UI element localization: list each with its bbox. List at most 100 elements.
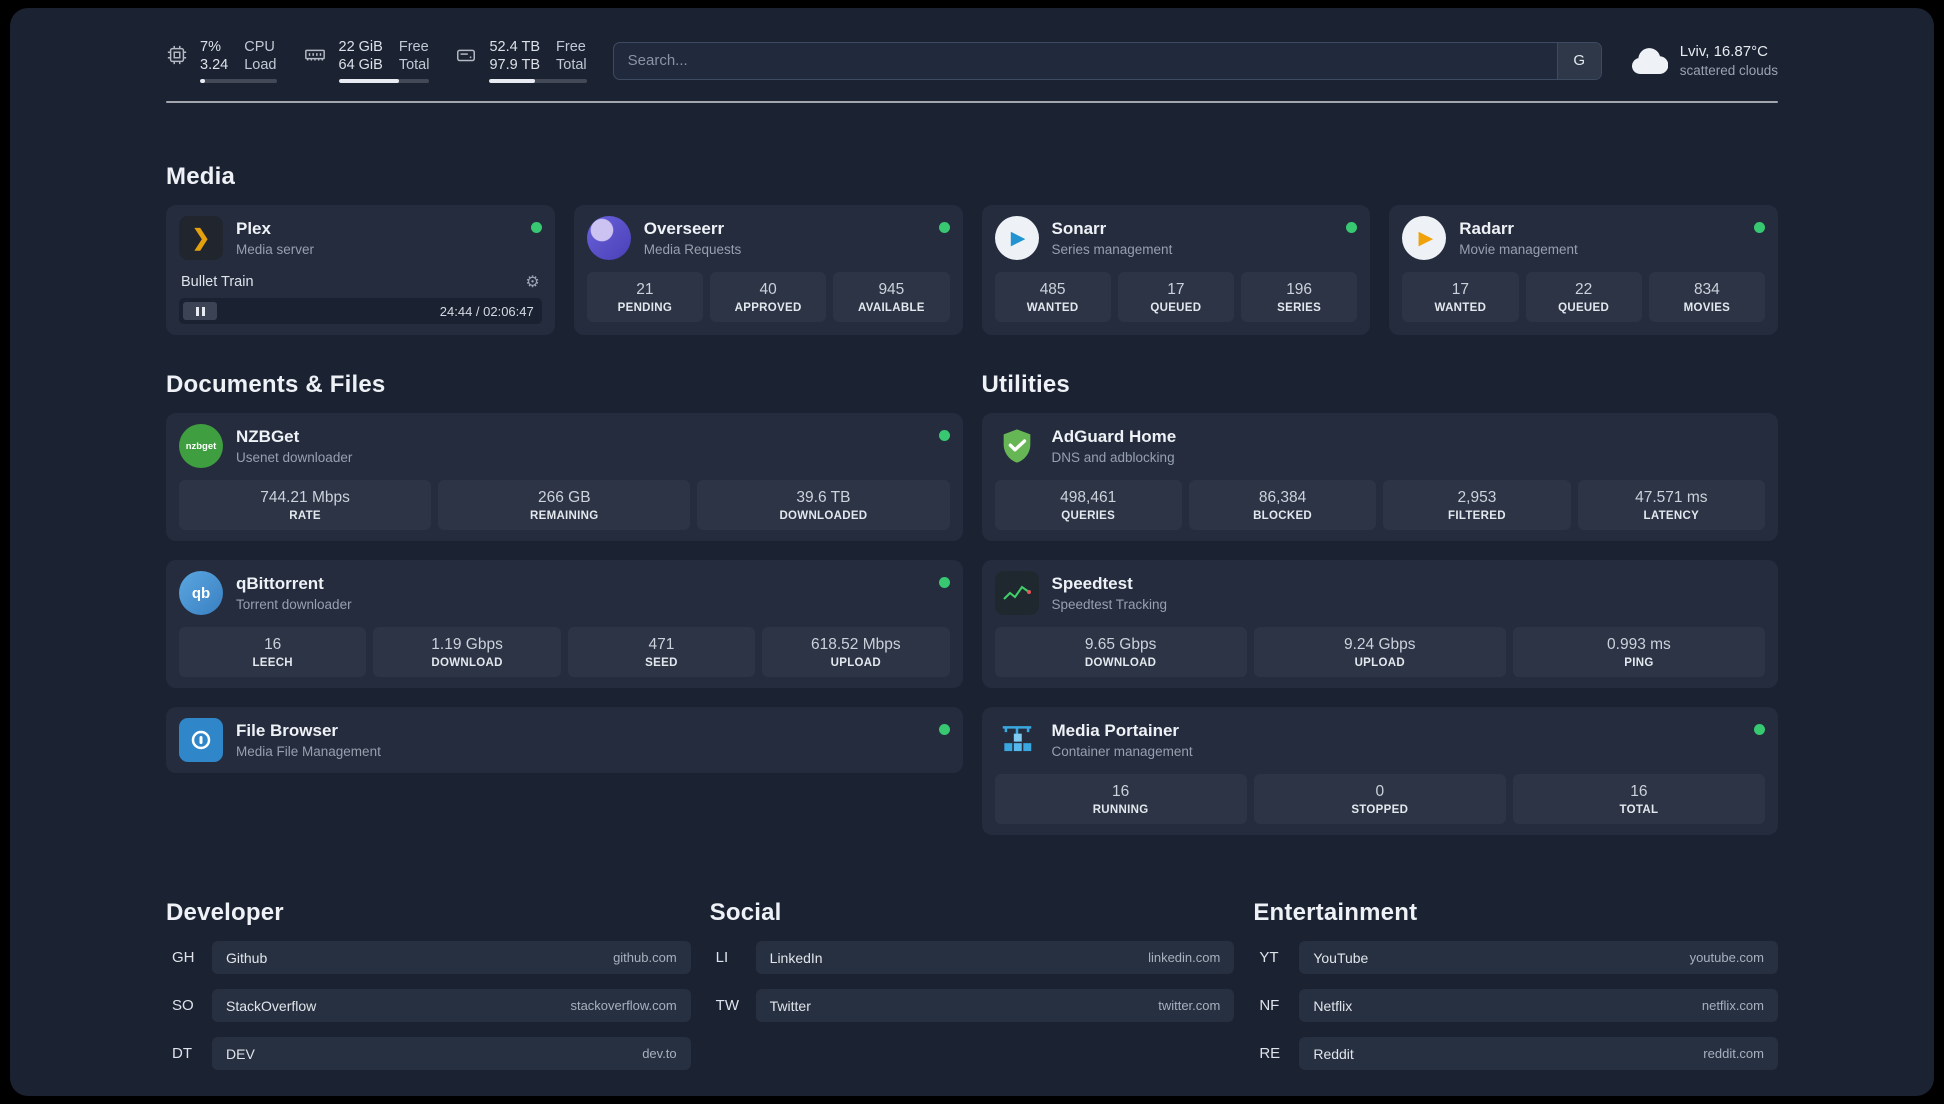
ram-total-value: 64 GiB [338,57,383,74]
developer-section-title: Developer [166,899,284,927]
disk-free-label: Free [556,39,586,55]
bookmark-abbr: YT [1259,949,1279,967]
weather-location: Lviv, 16.87°C [1679,43,1768,61]
bookmark-twitter[interactable]: TW Twitter twitter.com [710,989,1235,1023]
dashboard-panel: 7% 3.24 CPU Load 22 GiB 64 GiB Free Tota… [10,8,1934,1096]
stat-tile: 86,384 BLOCKED [1188,480,1377,531]
portainer-card[interactable]: Media Portainer Container management 16 … [981,707,1778,836]
overseerr-card[interactable]: Overseerr Media Requests 21 PENDING 40 A… [573,205,963,336]
portainer-name: Media Portainer [1051,721,1180,741]
adguard-desc: DNS and adblocking [1051,449,1175,465]
bookmark-abbr: DT [172,1045,192,1063]
social-section-title: Social [709,899,782,927]
entertainment-section-title: Entertainment [1253,899,1418,927]
speedtest-card[interactable]: Speedtest Speedtest Tracking 9.65 Gbps D… [981,560,1778,689]
qbittorrent-icon: qb [179,571,223,616]
disk-total-label: Total [556,57,587,74]
filebrowser-status-dot [938,724,950,736]
stat-tile: 1.19 Gbps DOWNLOAD [373,627,561,678]
portainer-status-dot [1754,724,1765,736]
stat-tile: 39.6 TB DOWNLOADED [697,480,950,531]
ram-icon [304,49,325,61]
qbittorrent-desc: Torrent downloader [236,596,352,612]
cpu-icon [167,45,187,65]
search-engine-button[interactable]: G [1556,42,1601,79]
section-social: Social LI LinkedIn linkedin.com TW Twitt… [710,899,1235,1070]
qbittorrent-status-dot [938,577,950,589]
stat-tile: 16 RUNNING [994,774,1247,825]
filebrowser-desc: Media File Management [236,743,381,759]
overseerr-icon [586,216,631,261]
speedtest-name: Speedtest [1051,574,1133,594]
bookmark-youtube[interactable]: YT YouTube youtube.com [1253,941,1778,975]
bookmark-dev[interactable]: DT DEV dev.to [166,1037,691,1071]
nzbget-status-dot [938,430,950,442]
bookmark-abbr: LI [715,949,729,967]
sonarr-name: Sonarr [1051,219,1107,239]
nzbget-desc: Usenet downloader [236,449,353,465]
search-bar: G [612,41,1602,80]
cloud-icon [1631,47,1668,74]
bookmark-stackoverflow[interactable]: SO StackOverflow stackoverflow.com [166,989,691,1023]
stat-tile: 21 PENDING [586,272,703,323]
bookmark-abbr: GH [172,949,195,967]
sonarr-card[interactable]: ▶ Sonarr Series management 485 WANTED 17… [981,205,1371,336]
overseerr-name: Overseerr [643,219,725,239]
now-playing-title: Bullet Train [181,274,254,291]
stat-tile: 9.24 Gbps UPLOAD [1253,627,1506,678]
player-settings-icon[interactable]: ⚙ [525,272,539,292]
radarr-icon: ▶ [1402,216,1447,261]
search-input[interactable] [613,42,1557,79]
overseerr-status-dot [938,222,950,234]
bookmark-reddit[interactable]: RE Reddit reddit.com [1253,1037,1778,1071]
section-entertainment: Entertainment YT YouTube youtube.com NF … [1253,899,1778,1071]
bookmark-github[interactable]: GH Github github.com [166,941,691,975]
nzbget-icon: nzbget [179,424,223,469]
stat-tile: 471 SEED [567,627,756,678]
topbar: 7% 3.24 CPU Load 22 GiB 64 GiB Free Tota… [166,8,1778,84]
stat-tile: 22 QUEUED [1525,272,1642,323]
ram-free-label: Free [398,39,429,55]
stat-tile: 16 LEECH [179,627,367,678]
media-section-title: Media [166,163,236,191]
filebrowser-icon [179,718,223,763]
ram-free-value: 22 GiB [338,39,383,55]
filebrowser-card[interactable]: File Browser Media File Management [166,707,963,774]
bookmark-netflix[interactable]: NF Netflix netflix.com [1253,989,1778,1023]
nzbget-card[interactable]: nzbget NZBGet Usenet downloader 744.21 M… [166,413,963,542]
qbittorrent-card[interactable]: qb qBittorrent Torrent downloader 16 LEE… [166,560,963,689]
stat-tile: 0 STOPPED [1253,774,1506,825]
stat-tile: 0.993 ms PING [1512,627,1766,678]
sonarr-desc: Series management [1051,241,1173,257]
cpu-load-value: 3.24 [200,57,229,74]
sonarr-status-dot [1346,222,1358,234]
section-developer: Developer GH Github github.com SO StackO… [166,899,691,1071]
weather-condition: scattered clouds [1679,62,1778,78]
radarr-desc: Movie management [1459,241,1578,257]
radarr-status-dot [1754,222,1765,234]
bookmark-linkedin[interactable]: LI LinkedIn linkedin.com [710,941,1235,975]
stat-tile: 744.21 Mbps RATE [179,480,432,531]
disk-metric: 52.4 TB 97.9 TB Free Total [455,38,587,84]
stat-tile: 498,461 QUERIES [994,480,1182,531]
plex-status-dot [530,222,542,234]
stat-tile: 618.52 Mbps UPLOAD [762,627,950,678]
bookmark-abbr: TW [715,997,739,1015]
radarr-card[interactable]: ▶ Radarr Movie management 17 WANTED 22 Q… [1389,205,1778,336]
cpu-label: CPU [244,39,275,55]
plex-now-playing: Bullet Train ⚙ 24:44 / 02:06:47 [179,270,542,325]
cpu-usage-bar [200,79,277,84]
plex-card[interactable]: ❯ Plex Media server Bullet Train ⚙ 24:44… [166,205,555,336]
adguard-card[interactable]: AdGuard Home DNS and adblocking 498,461 … [981,413,1778,542]
disk-total-value: 97.9 TB [489,57,541,74]
qbittorrent-name: qBittorrent [236,574,324,594]
pause-button[interactable] [183,302,217,321]
stat-tile: 485 WANTED [994,272,1111,323]
disk-free-value: 52.4 TB [489,39,541,55]
cpu-percent: 7% [200,39,221,55]
nzbget-name: NZBGet [236,427,300,447]
stat-tile: 834 MOVIES [1648,272,1765,323]
player-controls: 24:44 / 02:06:47 [179,298,542,325]
stat-tile: 17 WANTED [1402,272,1519,323]
stat-tile: 16 TOTAL [1512,774,1766,825]
